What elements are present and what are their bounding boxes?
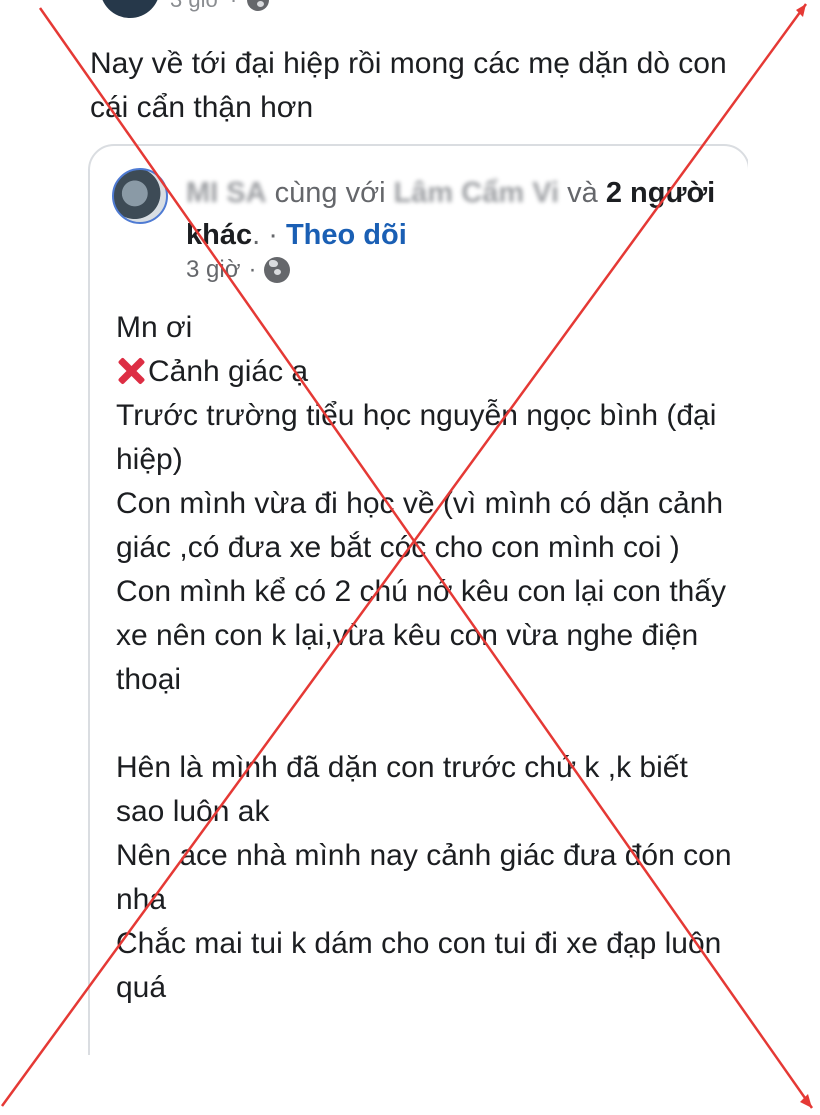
and-text: và [567, 177, 598, 209]
post-time[interactable]: 3 giờ [170, 0, 220, 13]
shared-post-body: Mn ơi Cảnh giác ạ Trước trường tiểu học … [116, 306, 736, 1010]
shared-post-card[interactable]: MI SA cùng với Lâm Cẩm Vi và 2 người khá… [88, 144, 748, 1055]
period: . [252, 219, 261, 251]
arrow-head-down [800, 1094, 812, 1108]
body-line: Nên ace nhà mình nay cảnh giác đưa đón c… [116, 839, 732, 916]
dot-separator: · [260, 219, 286, 251]
follow-button[interactable]: Theo dõi [286, 219, 407, 251]
body-line: Trước trường tiểu học nguyễn ngọc bình (… [116, 399, 717, 476]
cross-mark-icon [116, 355, 146, 385]
body-line: Con mình vừa đi học về (vì mình có dặn c… [116, 487, 724, 564]
post-caption: Nay về tới đại hiệp rồi mong các mẹ dặn … [90, 47, 727, 124]
arrow-head-up [796, 4, 806, 17]
tagged-name-blurred[interactable]: Lâm Cẩm Vi [394, 177, 559, 209]
body-line: Con mình kể có 2 chú nớ kêu con lại con … [116, 575, 727, 696]
body-line: Cảnh giác ạ [148, 355, 309, 388]
shared-post-title: MI SA cùng với Lâm Cẩm Vi và 2 người khá… [186, 172, 746, 256]
globe-icon [247, 0, 270, 11]
avatar[interactable] [100, 0, 160, 18]
meta-separator: · [248, 256, 257, 283]
body-line: Hên là mình đã dặn con trước chứ k ,k bi… [116, 751, 688, 828]
globe-icon [264, 257, 291, 283]
meta-separator: · [230, 0, 237, 13]
facebook-post-screenshot: 3 giờ · Nay về tới đại hiệp rồi mong các… [78, 0, 748, 1055]
shared-post-time[interactable]: 3 giờ [186, 256, 240, 284]
body-line: Mn ơi [116, 311, 193, 344]
shared-author-avatar[interactable] [112, 168, 168, 224]
body-line-warning: Cảnh giác ạ [116, 350, 736, 394]
shared-post-meta: 3 giờ · [186, 256, 291, 284]
body-line: Chắc mai tui k dám cho con tui đi xe đạp… [116, 927, 722, 1004]
author-name-blurred[interactable]: MI SA [186, 177, 267, 209]
post-meta-top: 3 giờ · [96, 0, 270, 18]
with-text: cùng với [274, 177, 386, 209]
